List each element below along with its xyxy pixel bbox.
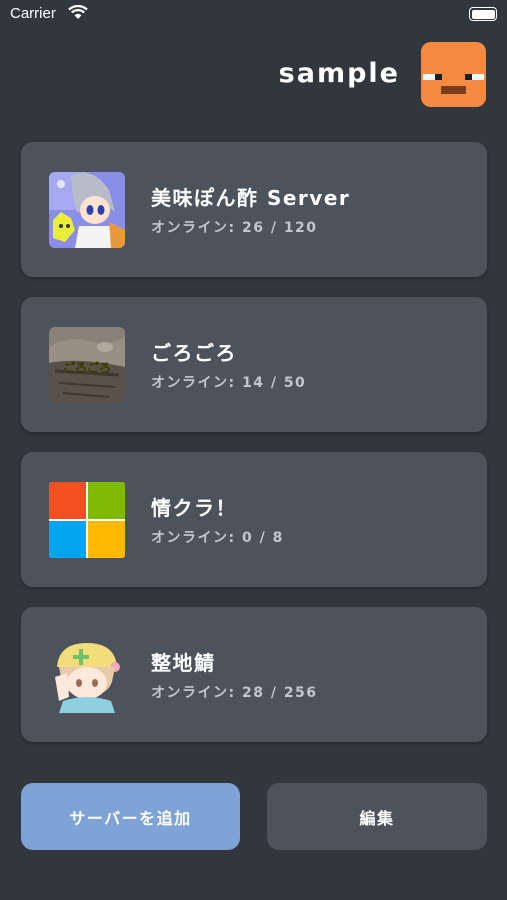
chibi-character-icon — [49, 637, 125, 713]
server-card[interactable]: ごろごろ ごろごろ オンライン: 14 / 50 — [21, 297, 487, 432]
server-online-count: オンライン: 14 / 50 — [151, 375, 307, 391]
cat-photo-icon: ごろごろ — [49, 327, 125, 403]
username-label: sample — [278, 58, 400, 89]
windows-logo-icon — [49, 482, 125, 558]
server-online-count: オンライン: 28 / 256 — [151, 685, 318, 701]
server-online-count: オンライン: 26 / 120 — [151, 220, 318, 236]
add-server-button[interactable]: サーバーを追加 — [21, 783, 240, 850]
cat-photo-caption: ごろごろ — [63, 360, 111, 375]
battery-icon — [469, 7, 497, 21]
edit-button[interactable]: 編集 — [267, 783, 487, 850]
server-card[interactable]: 情クラ！ オンライン: 0 / 8 — [21, 452, 487, 587]
server-name: 美味ぽん酢 Server — [151, 186, 351, 210]
server-name: ごろごろ — [151, 341, 237, 365]
server-online-count: オンライン: 0 / 8 — [151, 530, 284, 546]
player-face-avatar[interactable] — [421, 42, 486, 107]
carrier-label: Carrier — [10, 5, 56, 22]
server-list: 美味ぽん酢 Server オンライン: 26 / 120 ごろごろ ごろごろ オ… — [21, 142, 487, 762]
server-card[interactable]: 美味ぽん酢 Server オンライン: 26 / 120 — [21, 142, 487, 277]
anime-character-icon — [49, 172, 125, 248]
wifi-icon — [68, 4, 88, 24]
server-name: 情クラ！ — [151, 496, 237, 520]
status-bar: Carrier — [0, 0, 507, 30]
server-name: 整地鯖 — [151, 651, 216, 675]
server-card[interactable]: 整地鯖 オンライン: 28 / 256 — [21, 607, 487, 742]
